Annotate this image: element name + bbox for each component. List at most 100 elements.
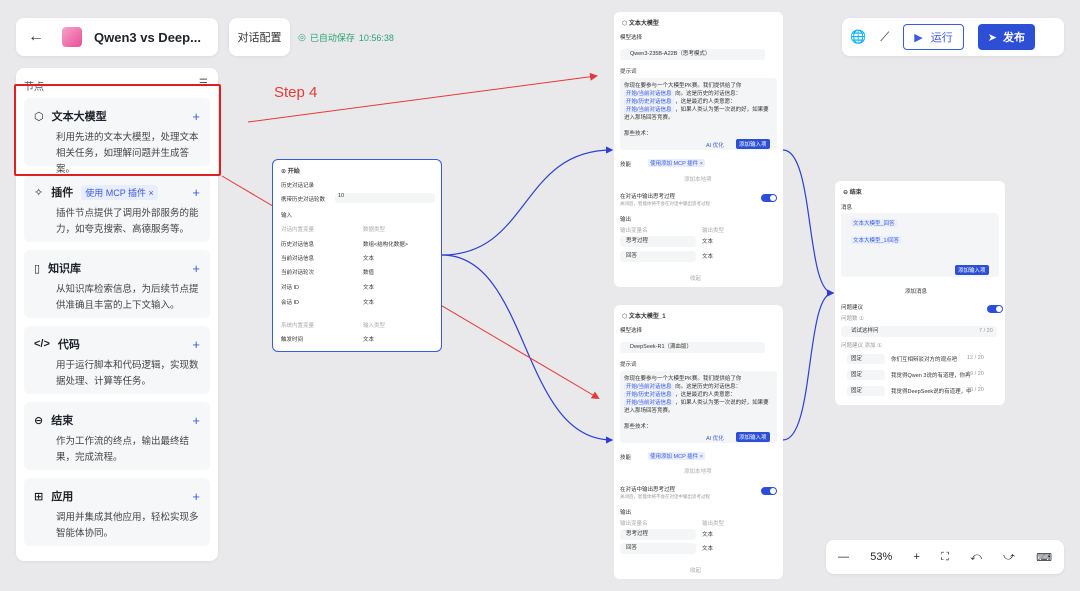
rec-question[interactable]: 你们互相辩驳对方的观点吧 [891, 355, 957, 363]
zoom-toolbar: — 53% + ⛶ ⤺ ⤻ ⌨ [826, 540, 1064, 574]
add-input-button[interactable]: 添加输入项 [955, 265, 989, 275]
suggest-toggle[interactable] [987, 305, 1003, 313]
var-name: 触发时间 [281, 337, 304, 343]
keyboard-icon[interactable]: ⌨ [1036, 551, 1052, 564]
prompt-text: 向。这是历史的对话信息： [675, 91, 742, 97]
rec-mode-select[interactable]: 固定 [847, 370, 885, 380]
think-label: 在对话中输出思考过程 [620, 487, 676, 493]
output-type: 文本 [702, 254, 714, 260]
prompt-chip[interactable]: 开始/历史对话信息 [624, 99, 674, 105]
var-type: 文本 [363, 285, 375, 291]
rec-count: 12 / 20 [967, 355, 984, 361]
prompt-chip[interactable]: 开始/历史对话信息 [624, 392, 674, 398]
prompt-chip[interactable]: 开始/当前对话信息 [624, 384, 674, 390]
output-var[interactable]: 回答 [620, 251, 696, 262]
var-type: 数组<结构化数据> [363, 242, 408, 248]
llm-node-1[interactable]: ⬡ 文本大模型 模型选择 Qwen3-235B-A22B（思考模式） 提示词 你… [614, 12, 783, 287]
output-var[interactable]: 回答 [620, 543, 696, 554]
rec-mode-select[interactable]: 固定 [847, 386, 885, 396]
model-label: 模型选择 [620, 35, 643, 41]
add-message-button[interactable]: 添加消息 [905, 287, 927, 295]
end-node[interactable]: ⊖ 结束 消息 文本大模型_回答 文本大模型_1/回答 添加输入项 添加消息 问… [835, 181, 1005, 405]
var-name: 历史对话信息 [281, 242, 315, 248]
rec-question[interactable]: 我觉得DeepSeek说的有道理，中 [891, 387, 972, 395]
add-input-button[interactable]: 添加输入项 [736, 432, 770, 442]
prompt-label: 提示词 [620, 362, 637, 368]
prompt-text: ，如果人类认为第一次说的好，如果要 [675, 400, 769, 406]
prompt-chip[interactable]: 开始/当前对话信息 [624, 91, 674, 97]
start-node[interactable]: ⊙ 开始 历史对话记录 携带历史对话轮数 10 输入 对话内置变量 数据类型 历… [272, 159, 442, 352]
ai-optimize-button[interactable]: AI 优化 [706, 434, 724, 442]
add-skill-button[interactable]: 添加本地项 [684, 467, 712, 475]
message-label: 消息 [841, 205, 853, 211]
output-type: 文本 [702, 532, 714, 538]
col-header: 输出变量名 [620, 521, 648, 527]
model-select[interactable]: DeepSeek-R1（满血版） [620, 342, 765, 353]
output-var[interactable]: 思考过程 [620, 529, 696, 540]
undo-icon[interactable]: ⤺ [970, 551, 982, 564]
skill-tag[interactable]: 使用添加 MCP 插件 × [648, 159, 705, 167]
model-select[interactable]: Qwen3-235B-A22B（思考模式） [620, 49, 765, 60]
think-toggle[interactable] [761, 194, 777, 202]
col-header: 对话内置变量 [281, 227, 315, 233]
end-node-title: 结束 [849, 190, 862, 196]
prompt-text: 你现在要参与一个大模型PK赛。我们提供给了你 [624, 376, 742, 382]
zoom-out-icon[interactable]: — [838, 551, 849, 563]
col-header: 输入类型 [363, 323, 386, 329]
add-input-button[interactable]: 添加输入项 [736, 139, 770, 149]
var-type: 文本 [363, 256, 375, 262]
prompt-chip[interactable]: 开始/当前对话信息 [624, 107, 674, 113]
var-type: 文本 [363, 300, 375, 306]
rec-mode-select[interactable]: 固定 [847, 354, 885, 364]
var-type: 数值 [363, 270, 375, 276]
output-label: 输出 [620, 510, 632, 516]
rec-question[interactable]: 我觉得Qwen 3说的有道理，你再 [891, 371, 970, 379]
preset-input[interactable]: 试试这样问 [841, 326, 997, 337]
skill-label: 技能 [620, 162, 632, 168]
cube-icon: ⬡ [622, 314, 629, 320]
llm-node-title: 文本大模型_1 [628, 314, 666, 320]
col-header: 输出类型 [702, 521, 725, 527]
llm-node-title: 文本大模型 [628, 21, 659, 27]
history-rounds-input[interactable]: 10 [335, 193, 435, 203]
message-chip[interactable]: 文本大模型_回答 [851, 219, 897, 227]
col-header: 系统内置变量 [281, 323, 315, 329]
add-skill-button[interactable]: 添加本地项 [684, 175, 712, 183]
suggest-sub: 问题数 ① [841, 316, 864, 322]
zoom-level: 53% [870, 551, 893, 563]
collapse-button[interactable]: 收起 [690, 274, 701, 282]
output-type: 文本 [702, 546, 714, 552]
ai-optimize-button[interactable]: AI 优化 [706, 141, 724, 149]
prompt-chip[interactable]: 开始/当前对话信息 [624, 400, 674, 406]
start-node-title: 开始 [287, 169, 300, 175]
fit-view-icon[interactable]: ⛶ [941, 551, 949, 564]
skill-tag[interactable]: 使用添加 MCP 插件 × [648, 452, 705, 460]
prompt-text: 进入那场回答竞赛。 [624, 115, 674, 121]
col-header: 输出变量名 [620, 228, 648, 234]
output-label: 输出 [620, 217, 632, 223]
message-chip[interactable]: 文本大模型_1/回答 [851, 236, 902, 244]
prompt-text: 向。这是历史的对话信息： [675, 384, 742, 390]
suggest-label: 问题建议 [841, 305, 864, 311]
prompt-text: ，这是最近的人类意愿： [675, 99, 736, 105]
var-name: 对话 ID [281, 285, 300, 291]
redo-icon[interactable]: ⤻ [1003, 551, 1015, 564]
output-var[interactable]: 思考过程 [620, 236, 696, 247]
output-type: 文本 [702, 239, 714, 245]
col-header: 输出类型 [702, 228, 725, 234]
col-header: 数据类型 [363, 227, 386, 233]
rec-count: 19 / 20 [967, 371, 984, 377]
zoom-in-icon[interactable]: + [914, 551, 920, 563]
think-sub: 关闭后，智能体将不会在对话中输出思考过程 [620, 201, 710, 206]
prompt-text: 进入那场回答竞赛。 [624, 408, 674, 414]
var-type: 文本 [363, 337, 375, 343]
var-name: 会话 ID [281, 300, 300, 306]
skill-label: 技能 [620, 455, 632, 461]
history-rounds-label: 携带历史对话轮数 [281, 197, 326, 203]
var-name: 当前对话信息 [281, 256, 315, 262]
start-icon: ⊙ [281, 169, 288, 175]
think-toggle[interactable] [761, 487, 777, 495]
llm-node-2[interactable]: ⬡ 文本大模型_1 模型选择 DeepSeek-R1（满血版） 提示词 你现在要… [614, 305, 783, 579]
model-label: 模型选择 [620, 328, 643, 334]
collapse-button[interactable]: 收起 [690, 566, 701, 574]
